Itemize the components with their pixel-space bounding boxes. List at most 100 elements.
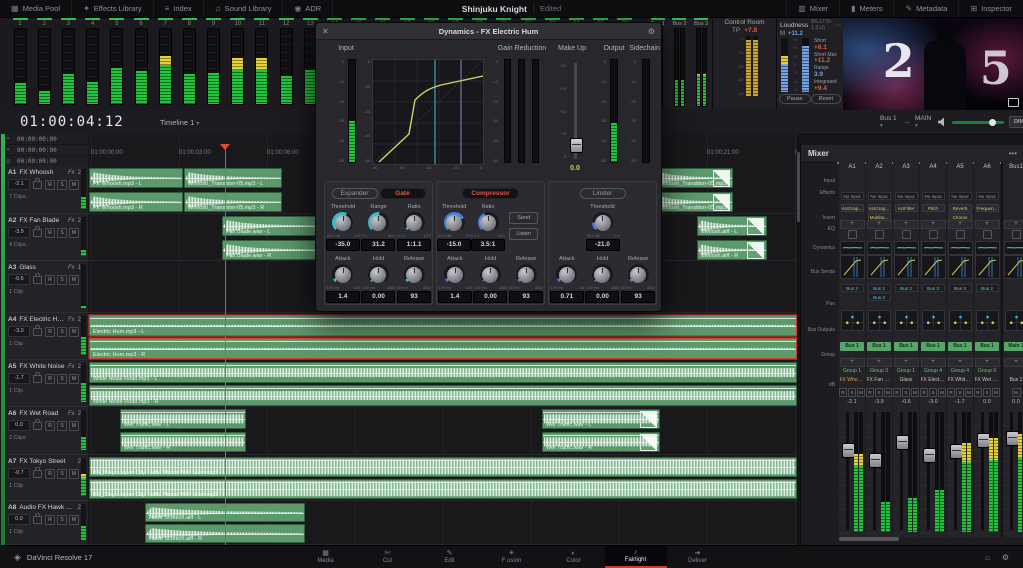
bus-send-chip[interactable]: Bus 3: [922, 284, 945, 292]
eq-thumbnail[interactable]: [840, 241, 865, 255]
page-tab[interactable]: ✳ F usion: [481, 546, 543, 568]
knob[interactable]: [480, 264, 501, 285]
track-header[interactable]: A6 FX Wet Road Fx 2.0 0.0 RSM 2 Clips: [6, 407, 88, 455]
strip-name[interactable]: A3: [893, 164, 919, 170]
insert-slot[interactable]: [929, 230, 938, 239]
toolbar-button[interactable]: ▦ Media Pool: [0, 0, 72, 17]
track-header[interactable]: A7 FX Tokyo Street 2.0 -0.7 RSM 1 Clip: [6, 455, 88, 501]
strip-name[interactable]: Bus1: [1003, 164, 1023, 170]
bus-output-chip[interactable]: Bus 1: [867, 342, 891, 351]
toolbar-button[interactable]: ♫ Sound Library: [204, 0, 284, 17]
add-output-button[interactable]: +: [867, 358, 892, 367]
eq-thumbnail[interactable]: [867, 241, 892, 255]
knob[interactable]: [516, 264, 537, 285]
audio-clip[interactable]: Wet Traffic.wav - R: [542, 432, 660, 452]
close-icon[interactable]: ✕: [322, 27, 329, 36]
audio-clip[interactable]: Fan Blade.wav - R: [222, 240, 321, 260]
bus-output-chip[interactable]: Bus 1: [921, 342, 945, 351]
add-effect-button[interactable]: +: [975, 220, 1000, 229]
track-rsm-button[interactable]: R: [45, 469, 55, 479]
lock-icon[interactable]: [33, 470, 42, 478]
audio-clip[interactable]: Swoosh.aiff - L: [697, 216, 767, 236]
group-label[interactable]: Group 9: [978, 368, 996, 374]
knob[interactable]: [592, 212, 613, 233]
dynamics-thumbnail[interactable]: [840, 255, 865, 279]
track-rsm-button[interactable]: S: [57, 515, 67, 525]
bus-output-chip[interactable]: Bus 1: [975, 342, 999, 351]
lock-icon[interactable]: [33, 229, 42, 237]
track-header[interactable]: A3 Glass Fx 1.0 -0.6 RSM 1 Clip: [6, 261, 88, 313]
track-header[interactable]: A8 Audio FX Hawk Sc... 2.0 0.0 RSM 1 Cli…: [6, 501, 88, 545]
track-rsm-button[interactable]: R: [45, 327, 55, 337]
audio-clip[interactable]: Wet Traffic.wav - R: [120, 432, 246, 452]
strip-name[interactable]: A1: [839, 164, 865, 170]
add-effect-button[interactable]: +: [867, 220, 892, 229]
pause-button[interactable]: Pause: [779, 94, 811, 104]
track-rsm-button[interactable]: M: [69, 469, 79, 479]
knob-value[interactable]: 31.2: [361, 239, 395, 251]
effect-chip[interactable]: AUGrap...: [841, 204, 864, 212]
statusbar-icon[interactable]: ⌂: [985, 553, 990, 562]
knob-value[interactable]: 0.00: [473, 291, 507, 303]
gear-icon[interactable]: ⚙: [648, 27, 655, 36]
monitor-volume-slider[interactable]: [952, 121, 1004, 124]
strip-rsm-button[interactable]: M: [884, 388, 892, 397]
expand-viewer-icon[interactable]: [1008, 98, 1019, 107]
audio-clip[interactable]: Fan Blade.wav - L: [222, 216, 321, 236]
add-effect-button[interactable]: +: [840, 220, 865, 229]
track-rsm-button[interactable]: M: [69, 374, 79, 384]
track-rsm-button[interactable]: M: [69, 228, 79, 238]
audio-clip[interactable]: Whoosh_Transition-05.mp3 - L: [655, 168, 733, 188]
knob[interactable]: [332, 264, 353, 285]
group-label[interactable]: Group 3: [870, 368, 888, 374]
add-output-button[interactable]: +: [948, 358, 973, 367]
dynamics-thumbnail[interactable]: [975, 255, 1000, 279]
fade-handle-icon[interactable]: [640, 434, 657, 451]
dynamics-side-button[interactable]: Listen: [509, 228, 538, 240]
input-select[interactable]: No Input: [868, 192, 891, 200]
input-select[interactable]: No Input: [895, 192, 918, 200]
makeup-slider[interactable]: [574, 63, 577, 159]
insert-slot[interactable]: [983, 230, 992, 239]
strip-rsm-button[interactable]: S: [902, 388, 910, 397]
dynamics-band-tab[interactable]: Limiter: [580, 188, 626, 199]
lock-icon[interactable]: [33, 516, 42, 524]
dialog-titlebar[interactable]: ✕ Dynamics - FX Electric Hum ⚙: [316, 23, 661, 40]
effect-chip[interactable]: Frequen...: [976, 204, 999, 212]
page-tab[interactable]: ▦ Media: [295, 546, 357, 568]
bus-output-chip[interactable]: Bus 1: [840, 342, 864, 351]
track-gain-value[interactable]: -0.7: [8, 468, 30, 479]
page-tab[interactable]: ◐ Color: [543, 546, 605, 568]
track-fx-badge[interactable]: Fx: [68, 411, 75, 417]
dynamics-side-button[interactable]: Send: [509, 212, 538, 224]
panel-toggle-button[interactable]: ⊞ Inspector: [958, 0, 1023, 17]
toolbar-button[interactable]: ◉ ADR: [283, 0, 333, 17]
eq-thumbnail[interactable]: [975, 241, 1000, 255]
knob-value[interactable]: -35.0: [326, 239, 360, 251]
knob[interactable]: [368, 212, 389, 233]
input-select[interactable]: No Input: [976, 192, 999, 200]
eq-thumbnail[interactable]: [1004, 241, 1023, 255]
strip-name[interactable]: A4: [920, 164, 946, 170]
knob[interactable]: [404, 212, 425, 233]
effect-chip[interactable]: Pitch: [922, 204, 945, 212]
track-rsm-button[interactable]: R: [45, 374, 55, 384]
strip-db-value[interactable]: 0.0: [983, 399, 991, 405]
strip-rsm-button[interactable]: S: [848, 388, 856, 397]
audio-clip[interactable]: Electric Hum.mp3 - L: [89, 315, 797, 336]
knob-value[interactable]: 93: [621, 291, 655, 303]
strip-rsm-button[interactable]: R: [866, 388, 874, 397]
track-rsm-button[interactable]: M: [69, 275, 79, 285]
strip-rsm-button[interactable]: S: [929, 388, 937, 397]
strip-rsm-button[interactable]: M: [911, 388, 919, 397]
knob[interactable]: [592, 264, 613, 285]
track-rsm-button[interactable]: R: [45, 421, 55, 431]
dim-button[interactable]: DIM: [1009, 116, 1023, 128]
knob[interactable]: [404, 264, 425, 285]
audio-clip[interactable]: Wet Traffic.wav - L: [542, 409, 660, 429]
dynamics-transfer-graph[interactable]: [372, 59, 484, 165]
pan-control[interactable]: [1005, 310, 1023, 331]
knob-value[interactable]: 1.4: [326, 291, 360, 303]
track-rsm-button[interactable]: M: [69, 180, 79, 190]
bus-send-chip[interactable]: Bus 2: [868, 284, 891, 292]
